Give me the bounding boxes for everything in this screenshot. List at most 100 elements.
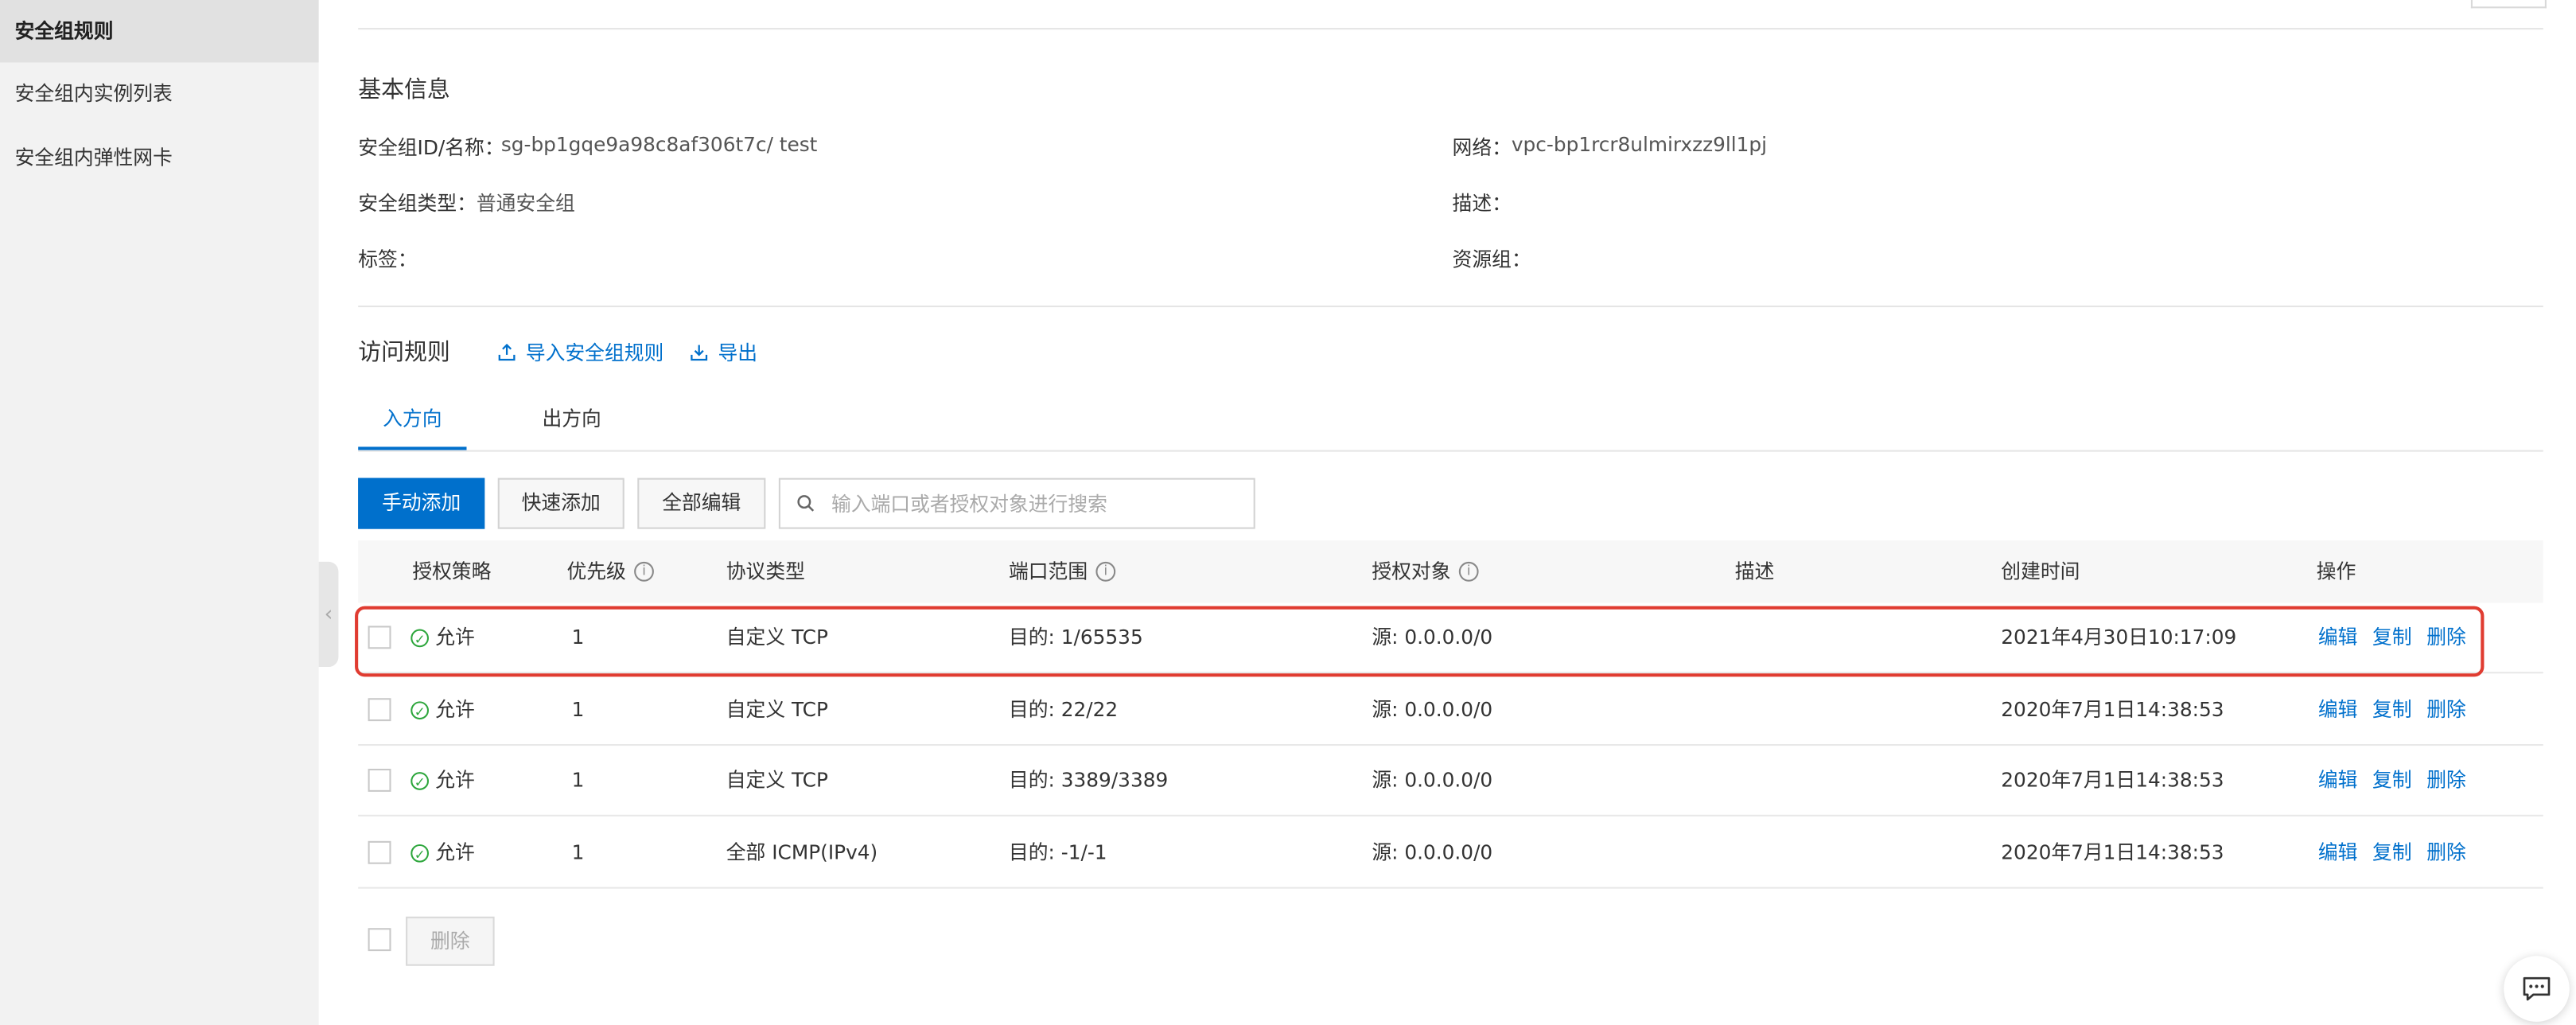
delete-link[interactable]: 删除: [2426, 698, 2466, 721]
edit-all-button[interactable]: 全部编辑: [637, 477, 766, 529]
row-checkbox[interactable]: [368, 768, 391, 792]
manual-add-button[interactable]: 手动添加: [358, 477, 485, 529]
search-box: [778, 477, 1255, 529]
tabs-divider: [358, 450, 2543, 452]
port-cell: 目的: 22/22: [1008, 698, 1119, 722]
header-auth: 授权对象 i: [1372, 540, 1479, 602]
info-icon[interactable]: i: [634, 561, 654, 582]
check-circle-icon: ✓: [411, 701, 429, 720]
policy-text: 允许: [435, 698, 475, 722]
policy-cell: ✓ 允许: [411, 603, 475, 674]
row-checkbox[interactable]: [368, 626, 391, 649]
edit-link[interactable]: 编辑: [2318, 698, 2358, 721]
header-ops: 操作: [2316, 559, 2356, 583]
auth-cell: 源: 0.0.0.0/0: [1372, 698, 1493, 722]
protocol-cell: 全部 ICMP(IPv4): [726, 840, 878, 864]
header-priority: 优先级 i: [566, 540, 654, 602]
table-row: ✓ 允许 1 自定义 TCP 目的: 1/65535 源: 0.0.0.0/0 2…: [358, 603, 2543, 674]
header-desc: 描述: [1734, 559, 1775, 583]
sidebar-collapse-handle[interactable]: ‹: [318, 561, 339, 668]
delete-link[interactable]: 删除: [2426, 841, 2466, 864]
chat-icon: [2523, 976, 2551, 1001]
header-protocol: 协议类型: [726, 559, 805, 583]
upload-icon: [498, 343, 516, 361]
delete-link[interactable]: 删除: [2426, 769, 2466, 792]
table-row: ✓ 允许 1 自定义 TCP 目的: 22/22 源: 0.0.0.0/0 202…: [358, 675, 2543, 746]
copy-link[interactable]: 复制: [2372, 769, 2412, 792]
copy-link[interactable]: 复制: [2372, 841, 2412, 864]
created-cell: 2020年7月1日14:38:53: [2001, 840, 2224, 864]
auth-cell: 源: 0.0.0.0/0: [1372, 768, 1493, 792]
tab-outbound[interactable]: 出方向: [519, 394, 625, 450]
sidebar: 安全组规则 安全组内实例列表 安全组内弹性网卡: [0, 0, 319, 1025]
policy-cell: ✓ 允许: [411, 675, 475, 746]
protocol-cell: 自定义 TCP: [726, 626, 828, 649]
policy-cell: ✓ 允许: [411, 818, 475, 889]
created-cell: 2020年7月1日14:38:53: [2001, 698, 2224, 722]
search-input[interactable]: [827, 490, 1229, 517]
select-all-checkbox[interactable]: [368, 928, 391, 952]
check-circle-icon: ✓: [411, 772, 429, 790]
export-label: 导出: [718, 341, 758, 365]
ops-cell: 编辑 复制 删除: [2318, 603, 2481, 674]
header-priority-label: 优先级: [566, 559, 626, 583]
search-icon: [797, 495, 815, 512]
section-divider: [358, 305, 2543, 307]
info-icon[interactable]: i: [1095, 561, 1116, 582]
header-policy: 授权策略: [412, 559, 492, 583]
header-created: 创建时间: [2001, 559, 2080, 583]
chevron-left-icon: ‹: [324, 602, 333, 627]
tags-label: 标签：: [358, 247, 418, 271]
import-rules-link[interactable]: 导入安全组规则: [498, 338, 664, 366]
group-type-value: 普通安全组: [476, 192, 575, 216]
policy-text: 允许: [435, 840, 475, 864]
priority-cell: 1: [571, 626, 585, 649]
auth-cell: 源: 0.0.0.0/0: [1372, 626, 1493, 649]
copy-link[interactable]: 复制: [2372, 626, 2412, 649]
access-rules-title: 访问规则: [358, 340, 450, 367]
delete-link[interactable]: 删除: [2426, 626, 2466, 649]
priority-cell: 1: [571, 768, 585, 792]
port-cell: 目的: 3389/3389: [1008, 768, 1169, 792]
basic-info-title: 基本信息: [358, 77, 450, 104]
edit-link[interactable]: 编辑: [2318, 769, 2358, 792]
resource-group-label: 资源组：: [1452, 247, 1531, 271]
group-type-label: 安全组类型：: [358, 192, 477, 216]
header-port-label: 端口范围: [1008, 559, 1088, 583]
top-divider: [358, 28, 2543, 30]
sidebar-item-enis[interactable]: 安全组内弹性网卡: [0, 127, 319, 189]
protocol-cell: 自定义 TCP: [726, 698, 828, 722]
policy-text: 允许: [435, 768, 475, 792]
description-label: 描述：: [1452, 192, 1512, 216]
batch-delete-button[interactable]: 删除: [406, 916, 495, 966]
auth-cell: 源: 0.0.0.0/0: [1372, 840, 1493, 864]
export-link[interactable]: 导出: [690, 338, 757, 366]
priority-cell: 1: [571, 698, 585, 722]
sidebar-item-instances[interactable]: 安全组内实例列表: [0, 62, 319, 124]
sidebar-item-rules[interactable]: 安全组规则: [0, 0, 319, 63]
copy-link[interactable]: 复制: [2372, 698, 2412, 721]
table-row: ✓ 允许 1 全部 ICMP(IPv4) 目的: -1/-1 源: 0.0.0.0…: [358, 818, 2543, 889]
edit-link[interactable]: 编辑: [2318, 626, 2358, 649]
table-header: 授权策略 优先级 i 协议类型 端口范围 i 授权对象 i 描述 创建时间 操作: [358, 540, 2543, 603]
ops-cell: 编辑 复制 删除: [2318, 746, 2481, 816]
chat-button[interactable]: [2504, 956, 2570, 1022]
check-circle-icon: ✓: [411, 629, 429, 648]
download-icon: [691, 345, 708, 361]
row-checkbox[interactable]: [368, 698, 391, 722]
port-cell: 目的: 1/65535: [1008, 626, 1143, 649]
group-id-value: sg-bp1gqe9a98c8af306t7c/ test: [500, 133, 818, 157]
row-checkbox[interactable]: [368, 840, 391, 864]
protocol-cell: 自定义 TCP: [726, 768, 828, 792]
top-right-button[interactable]: [2470, 0, 2547, 9]
network-label: 网络：: [1452, 136, 1512, 160]
import-rules-label: 导入安全组规则: [525, 341, 664, 365]
network-value: vpc-bp1rcr8ulmirxzz9ll1pj: [1511, 133, 1768, 157]
group-id-label: 安全组ID/名称：: [358, 136, 504, 160]
edit-link[interactable]: 编辑: [2318, 841, 2358, 864]
tab-inbound[interactable]: 入方向: [358, 394, 467, 450]
info-icon[interactable]: i: [1458, 561, 1479, 582]
quick-add-button[interactable]: 快速添加: [497, 477, 625, 529]
check-circle-icon: ✓: [411, 844, 429, 863]
port-cell: 目的: -1/-1: [1008, 840, 1107, 864]
